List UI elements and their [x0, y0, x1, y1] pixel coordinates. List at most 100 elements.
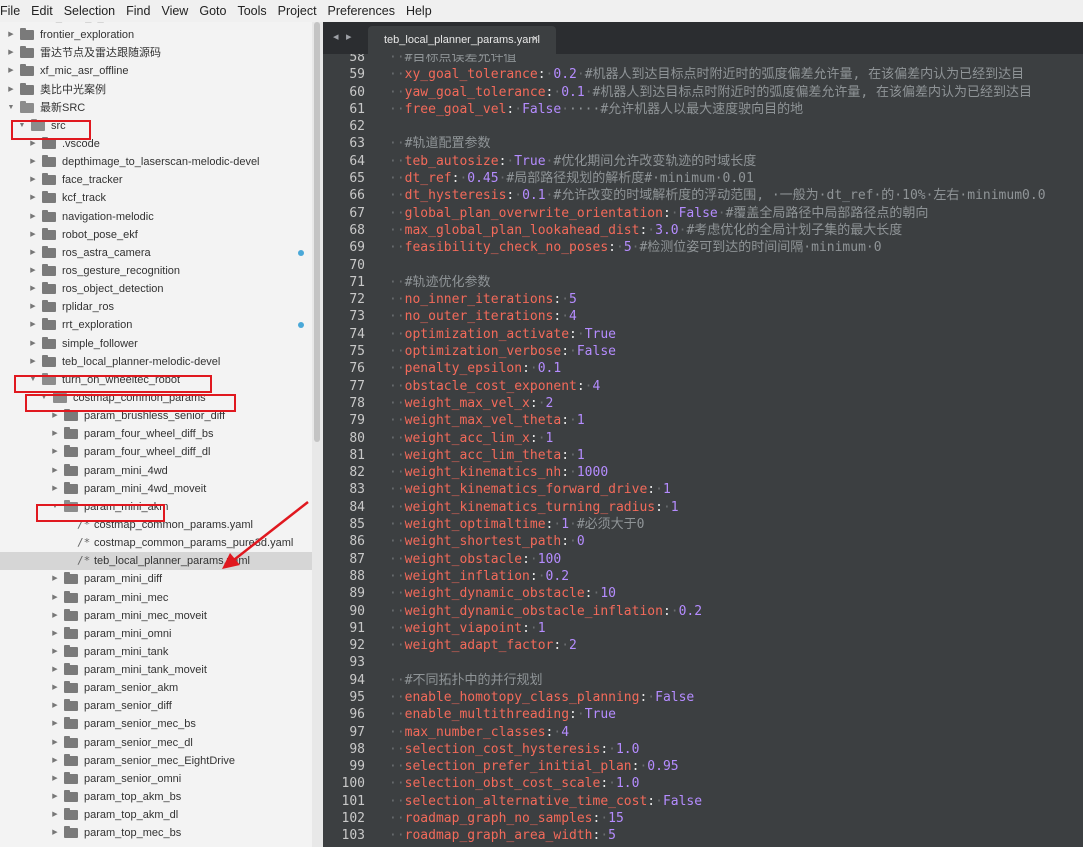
chevron-right-icon[interactable]: ▶	[50, 788, 60, 806]
code-line[interactable]: 93	[323, 654, 1083, 671]
sidebar-scrollbar-thumb[interactable]	[314, 22, 320, 442]
chevron-right-icon[interactable]: ▶	[28, 353, 38, 371]
tree-folder[interactable]: ▶ param_mini_tank_moveit	[0, 661, 312, 679]
code-line[interactable]: 99 ··selection_prefer_initial_plan:·0.95	[323, 758, 1083, 775]
tree-folder[interactable]: ▼ src	[0, 117, 312, 135]
tree-folder[interactable]: ▶ param_senior_akm	[0, 679, 312, 697]
tree-folder[interactable]: ▶ ros_astra_camera	[0, 244, 312, 262]
tree-folder[interactable]: ▶ .vscode	[0, 135, 312, 153]
tree-folder[interactable]: ▶ frontier_exploration	[0, 26, 312, 44]
tree-folder[interactable]: ▶ param_senior_mec_EightDrive	[0, 752, 312, 770]
code-line[interactable]: 65 ··dt_ref:·0.45·#局部路径规划的解析度#·minimum·0.…	[323, 170, 1083, 187]
tree-folder[interactable]: ▶ rrt_exploration	[0, 316, 312, 334]
code-line[interactable]: 84 ··weight_kinematics_turning_radius:·1	[323, 499, 1083, 516]
tree-folder[interactable]: ▶ param_mini_omni	[0, 625, 312, 643]
code-line[interactable]: 82 ··weight_kinematics_nh:·1000	[323, 464, 1083, 481]
chevron-right-icon[interactable]: ▶	[50, 697, 60, 715]
code-line[interactable]: 70	[323, 257, 1083, 274]
tree-folder[interactable]: ▶ param_brushless_senior_diff	[0, 407, 312, 425]
code-line[interactable]: 98 ··selection_cost_hysteresis:·1.0	[323, 741, 1083, 758]
tree-folder[interactable]: ▶ param_senior_mec_dl	[0, 734, 312, 752]
menu-goto[interactable]: Goto	[194, 0, 232, 22]
chevron-right-icon[interactable]: ▶	[28, 262, 38, 280]
chevron-right-icon[interactable]: ▶	[28, 244, 38, 262]
tree-folder[interactable]: ▶ robot_pose_ekf	[0, 226, 312, 244]
tree-folder[interactable]: ▶ face_tracker	[0, 171, 312, 189]
code-line[interactable]: 78 ··weight_max_vel_x:·2	[323, 395, 1083, 412]
chevron-right-icon[interactable]: ▶	[50, 443, 60, 461]
code-line[interactable]: 90 ··weight_dynamic_obstacle_inflation:·0…	[323, 603, 1083, 620]
menu-find[interactable]: Find	[121, 0, 156, 22]
tree-folder[interactable]: ▶ param_mini_4wd_moveit	[0, 480, 312, 498]
chevron-right-icon[interactable]: ▶	[6, 81, 16, 99]
close-icon[interactable]: ×	[532, 33, 538, 45]
code-line[interactable]: 87 ··weight_obstacle:·100	[323, 551, 1083, 568]
chevron-right-icon[interactable]: ▶	[50, 770, 60, 788]
tree-folder[interactable]: ▶ param_senior_mec_bs	[0, 715, 312, 733]
chevron-right-icon[interactable]: ▶	[28, 280, 38, 298]
tree-folder[interactable]: ▼ 最新SRC	[0, 99, 312, 117]
code-line[interactable]: 83 ··weight_kinematics_forward_drive:·1	[323, 481, 1083, 498]
tree-folder[interactable]: ▼ costmap_common_params	[0, 389, 312, 407]
chevron-down-icon[interactable]: ▼	[50, 498, 60, 516]
chevron-right-icon[interactable]: ▶	[50, 661, 60, 679]
menu-file[interactable]: File	[0, 0, 26, 22]
code-line[interactable]: 102 ··roadmap_graph_no_samples:·15	[323, 810, 1083, 827]
tree-folder[interactable]: ▼ turn_on_wheeltec_robot	[0, 371, 312, 389]
code-line[interactable]: 64 ··teb_autosize:·True·#优化期间允许改变轨迹的时域长度	[323, 153, 1083, 170]
chevron-right-icon[interactable]: ▶	[28, 189, 38, 207]
code-line[interactable]: 94 ··#不同拓扑中的并行规划	[323, 672, 1083, 689]
tree-folder[interactable]: ▶ kcf_track	[0, 189, 312, 207]
code-line[interactable]: 76 ··penalty_epsilon:·0.1	[323, 360, 1083, 377]
code-line[interactable]: 100 ··selection_obst_cost_scale:·1.0	[323, 775, 1083, 792]
menu-edit[interactable]: Edit	[26, 0, 59, 22]
tree-folder[interactable]: ▶ 雷达节点及雷达跟随源码	[0, 44, 312, 62]
tree-folder[interactable]: ▶ param_mini_mec_moveit	[0, 607, 312, 625]
chevron-right-icon[interactable]: ▶	[50, 607, 60, 625]
menu-tools[interactable]: Tools	[232, 0, 272, 22]
tab-teb-local-planner-params[interactable]: teb_local_planner_params.yaml ×	[368, 26, 556, 54]
tree-folder[interactable]: ▶ 奥比中光案例	[0, 81, 312, 99]
tree-folder[interactable]: ▶ param_top_akm_dl	[0, 806, 312, 824]
menu-view[interactable]: View	[156, 0, 194, 22]
tree-folder[interactable]: ▶ param_four_wheel_diff_dl	[0, 443, 312, 461]
code-line[interactable]: 103 ··roadmap_graph_area_width:·5	[323, 827, 1083, 844]
code-line[interactable]: 63 ··#轨道配置参数	[323, 135, 1083, 152]
tree-folder[interactable]: ▶ xf_mic_asr_offline	[0, 62, 312, 80]
chevron-right-icon[interactable]: ▶	[50, 570, 60, 588]
code-line[interactable]: 74 ··optimization_activate:·True	[323, 326, 1083, 343]
code-line[interactable]: 77 ··obstacle_cost_exponent:·4	[323, 378, 1083, 395]
menu-help[interactable]: Help	[401, 0, 438, 22]
chevron-down-icon[interactable]: ▼	[28, 371, 38, 389]
chevron-right-icon[interactable]: ▶	[28, 135, 38, 153]
code-line[interactable]: 75 ··optimization_verbose:·False	[323, 343, 1083, 360]
chevron-right-icon[interactable]: ▶	[28, 171, 38, 189]
code-line[interactable]: 61 ··free_goal_vel:·False·····#允许机器人以最大速度…	[323, 101, 1083, 118]
tree-folder[interactable]: ▶ param_top_akm_bs	[0, 788, 312, 806]
chevron-right-icon[interactable]: ▶	[50, 806, 60, 824]
code-line[interactable]: 59 ··xy_goal_tolerance:·0.2·#机器人到达目标点时附近时…	[323, 66, 1083, 83]
tree-folder[interactable]: ▶ depthimage_to_laserscan-melodic-devel	[0, 153, 312, 171]
chevron-right-icon[interactable]: ▶	[28, 298, 38, 316]
code-line[interactable]: 85 ··weight_optimaltime:·1·#必须大于0	[323, 516, 1083, 533]
code-line[interactable]: 69 ··feasibility_check_no_poses:·5·#检测位姿可…	[323, 239, 1083, 256]
tree-folder[interactable]: ▶ param_four_wheel_diff_bs	[0, 425, 312, 443]
chevron-right-icon[interactable]: ▶	[50, 679, 60, 697]
code-line[interactable]: 58 ··#目标点误差允许值	[323, 54, 1083, 66]
code-line[interactable]: 72 ··no_inner_iterations:·5	[323, 291, 1083, 308]
chevron-right-icon[interactable]: ▶	[50, 480, 60, 498]
chevron-right-icon[interactable]: ▶	[50, 625, 60, 643]
code-line[interactable]: 88 ··weight_inflation:·0.2	[323, 568, 1083, 585]
tree-folder[interactable]: ▶ ros_gesture_recognition	[0, 262, 312, 280]
chevron-right-icon[interactable]: ▶	[6, 62, 16, 80]
code-line[interactable]: 96 ··enable_multithreading:·True	[323, 706, 1083, 723]
chevron-right-icon[interactable]: ▶	[50, 462, 60, 480]
code-line[interactable]: 92 ··weight_adapt_factor:·2	[323, 637, 1083, 654]
code-line[interactable]: 86 ··weight_shortest_path:·0	[323, 533, 1083, 550]
tree-folder[interactable]: ▶ param_top_mec_bs	[0, 824, 312, 842]
tree-folder[interactable]: ▶ simple_follower	[0, 335, 312, 353]
tree-folder[interactable]: ▶ param_senior_omni	[0, 770, 312, 788]
code-line[interactable]: 97 ··max_number_classes:·4	[323, 724, 1083, 741]
chevron-right-icon[interactable]: ▶	[28, 208, 38, 226]
chevron-right-icon[interactable]: ▶	[28, 153, 38, 171]
